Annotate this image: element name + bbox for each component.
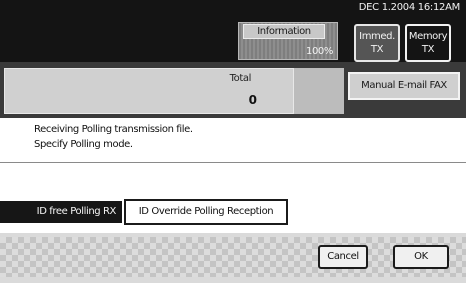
message-line-1: Receiving Polling transmission file. xyxy=(34,124,193,135)
memory-percent: 100% xyxy=(306,46,333,57)
total-panel-fill xyxy=(294,68,344,114)
id-free-polling-rx-button[interactable]: ID free Polling RX xyxy=(0,201,122,223)
total-panel: Total 0 xyxy=(4,68,294,114)
immediate-tx-label-line-1: Immed. xyxy=(359,31,395,42)
total-band: Total 0 Manual E-mail FAX xyxy=(0,62,466,118)
memory-tx-label-line-2: TX xyxy=(421,44,435,55)
memory-tx-label-line-1: Memory xyxy=(408,31,448,42)
header-bar: DEC 1.2004 16:12AM Information 100% Imme… xyxy=(0,0,466,62)
immediate-tx-button[interactable]: Immed. TX xyxy=(354,24,400,62)
message-line-2: Specify Polling mode. xyxy=(34,139,133,150)
status-datetime: DEC 1.2004 16:12AM xyxy=(358,2,461,13)
cancel-button[interactable]: Cancel xyxy=(318,245,368,269)
bottom-bar: Cancel OK xyxy=(0,233,466,283)
total-label: Total xyxy=(229,73,252,84)
manual-email-fax-button[interactable]: Manual E-mail FAX xyxy=(348,72,460,100)
options-area: ID free Polling RX ID Override Polling R… xyxy=(0,163,466,233)
message-area: Receiving Polling transmission file. Spe… xyxy=(0,118,466,162)
immediate-tx-label-line-2: TX xyxy=(370,44,384,55)
memory-tx-button[interactable]: Memory TX xyxy=(405,24,451,62)
total-value: 0 xyxy=(248,93,257,107)
ok-button[interactable]: OK xyxy=(393,245,449,269)
information-button[interactable]: Information xyxy=(243,24,325,39)
id-override-polling-reception-button[interactable]: ID Override Polling Reception xyxy=(124,199,288,225)
fax-screen: DEC 1.2004 16:12AM Information 100% Imme… xyxy=(0,0,466,283)
information-panel: Information 100% xyxy=(238,22,338,60)
